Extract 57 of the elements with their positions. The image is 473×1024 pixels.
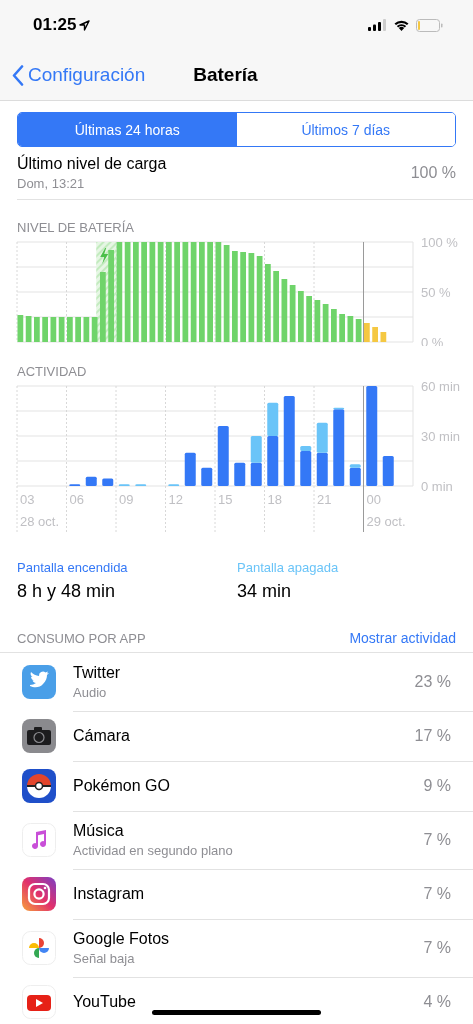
camera-icon [22, 719, 56, 753]
screen-time-value: 34 min [237, 581, 293, 602]
app-detail: Actividad en segundo plano [73, 842, 233, 858]
wifi-icon [393, 19, 410, 31]
page-title: Batería [193, 64, 258, 86]
show-activity-link[interactable]: Mostrar actividad [349, 630, 456, 646]
axis-label: 12 [168, 492, 183, 507]
axis-label: 21 [317, 492, 332, 507]
pinwheel-icon [22, 931, 56, 965]
screen-time-label: Pantalla encendida [17, 560, 129, 575]
axis-label: 15 [218, 492, 233, 507]
back-chevron-icon [12, 64, 24, 86]
section-title: CONSUMO POR APP [17, 631, 146, 646]
play-icon [22, 985, 56, 1019]
app-name: Twitter [73, 663, 121, 682]
app-percent: 17 % [414, 726, 451, 745]
app-percent: 7 % [423, 830, 451, 849]
app-name: Instagram [73, 884, 145, 903]
app-percent: 7 % [423, 938, 451, 957]
screen-time-value: 8 h y 48 min [17, 581, 117, 602]
last-charge-label: Último nivel de carga [17, 155, 167, 173]
app-percent: 9 % [423, 776, 451, 795]
last-charge-value: 100 % [410, 164, 456, 182]
music-note-icon [22, 823, 56, 857]
app-detail: Señal baja [73, 950, 136, 966]
app-name: Cámara [73, 726, 130, 745]
axis-label: 18 [267, 492, 282, 507]
status-time: 01:25 [33, 15, 77, 35]
battery-icon [416, 18, 443, 32]
app-name: Google Fotos [73, 929, 170, 948]
axis-label: 03 [20, 492, 35, 507]
screen-time-label: Pantalla apagada [237, 560, 340, 575]
camera-outline-icon [22, 877, 56, 911]
axis-label: 50 % [421, 285, 451, 300]
axis-label: 09 [119, 492, 134, 507]
app-percent: 4 % [423, 992, 451, 1011]
axis-label: 30 min [421, 429, 461, 444]
date-label: 28 oct. [20, 514, 60, 529]
axis-label: 100 % [421, 238, 458, 250]
date-label: 29 oct. [366, 514, 406, 529]
app-name: Pokémon GO [73, 776, 170, 795]
segment-tab[interactable]: Últimas 24 horas [18, 113, 237, 146]
app-detail: Audio [73, 684, 108, 700]
bird-icon [22, 665, 56, 699]
chart-title: NIVEL DE BATERÍA [17, 220, 136, 235]
axis-label: 00 [366, 492, 381, 507]
app-percent: 7 % [423, 884, 451, 903]
chart-title: ACTIVIDAD [17, 364, 88, 379]
location-arrow-icon [79, 19, 91, 31]
axis-label: 60 min [421, 382, 461, 394]
last-charge-date: Dom, 13:21 [17, 176, 86, 191]
axis-label: 06 [69, 492, 84, 507]
app-name: YouTube [73, 992, 136, 1011]
app-percent: 23 % [414, 672, 451, 691]
signal-icon [368, 19, 387, 31]
app-name: Música [73, 821, 125, 840]
axis-label: 0 min [421, 479, 453, 494]
